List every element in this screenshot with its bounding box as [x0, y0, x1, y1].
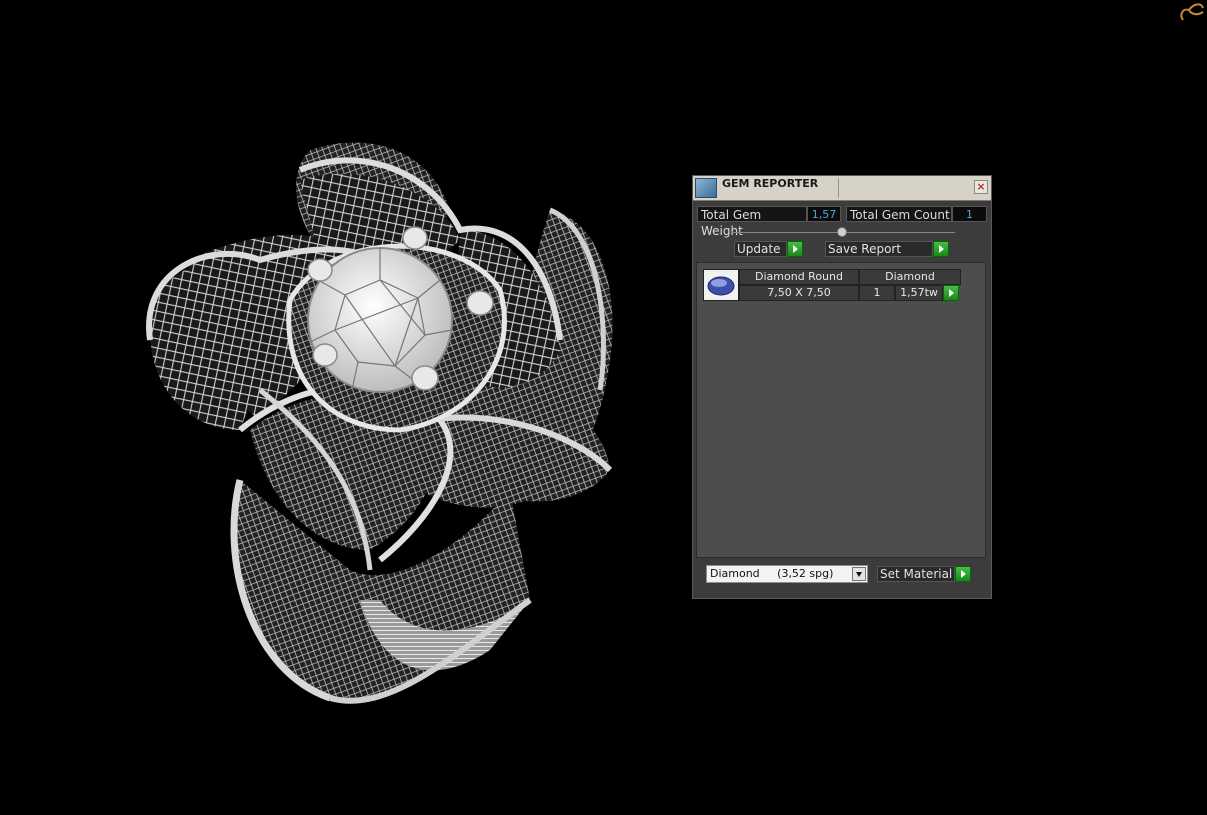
material-dropdown-value: Diamond (3,52 spg) — [710, 567, 834, 580]
update-button[interactable]: Update — [734, 241, 787, 257]
splitter-handle[interactable] — [837, 227, 847, 237]
total-gem-weight-label: Total Gem Weight — [697, 206, 807, 238]
material-dropdown[interactable]: Diamond (3,52 spg) — [706, 565, 868, 583]
3d-viewport[interactable] — [0, 0, 1207, 815]
chevron-down-icon[interactable] — [852, 567, 866, 581]
gem-reporter-app-icon — [695, 178, 717, 198]
gem-count-cell[interactable]: 1 — [859, 285, 895, 301]
gem-material-header: Diamond — [859, 269, 961, 285]
gem-row-go-icon[interactable] — [943, 285, 959, 301]
window-title: GEM REPORTER — [722, 177, 819, 190]
gem-list: Diamond Round Diamond 7,50 X 7,50 1 1,57… — [696, 262, 986, 558]
total-gem-count-value: 1 — [952, 206, 987, 222]
update-go-icon[interactable] — [787, 241, 803, 257]
ring-3d-model — [146, 142, 613, 704]
close-button[interactable]: × — [974, 180, 988, 194]
titlebar-divider — [838, 178, 839, 198]
total-gem-weight-value: 1,57 — [807, 206, 841, 222]
gem-shape-header: Diamond Round — [739, 269, 859, 285]
round-gem-icon[interactable] — [703, 269, 739, 301]
gem-reporter-window: GEM REPORTER × Total Gem Weight 1,57 Tot… — [692, 175, 992, 599]
gem-size-cell[interactable]: 7,50 X 7,50 — [739, 285, 859, 301]
total-gem-count-label: Total Gem Count — [846, 206, 952, 222]
save-report-go-icon[interactable] — [933, 241, 949, 257]
window-titlebar[interactable]: GEM REPORTER × — [693, 176, 991, 201]
set-material-button[interactable]: Set Material — [877, 566, 955, 582]
set-material-go-icon[interactable] — [955, 566, 971, 582]
save-report-button[interactable]: Save Report — [825, 241, 933, 257]
gem-weight-cell[interactable]: 1,57tw — [895, 285, 943, 301]
cursor-hand-icon — [1180, 3, 1204, 21]
round-gem-thumbnail — [707, 276, 735, 296]
close-icon: × — [976, 180, 986, 193]
